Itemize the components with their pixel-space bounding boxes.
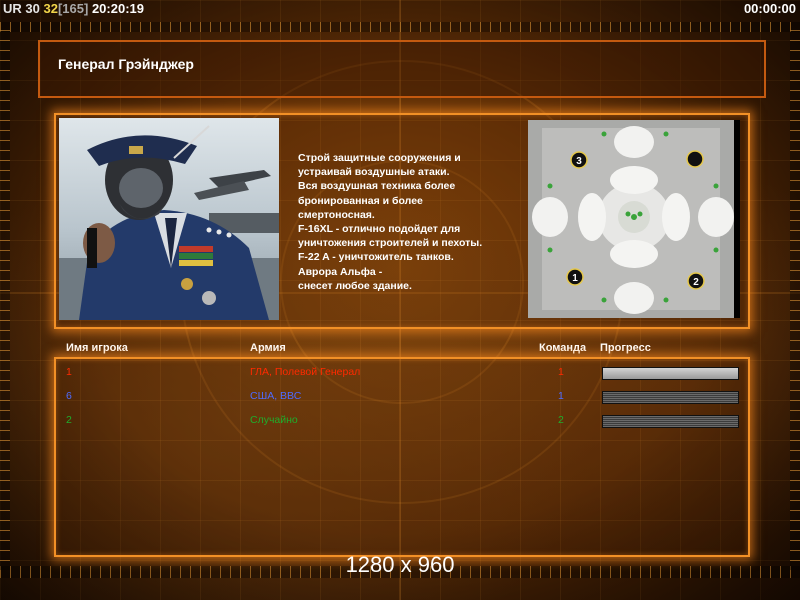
player-progress-bar	[602, 391, 739, 404]
description-line: бронированная и более	[298, 194, 423, 207]
map-preview-image: 3 1 2	[528, 120, 740, 318]
player-army[interactable]: ГЛА, Полевой Генерал	[250, 366, 360, 378]
description-line: Строй защитные сооружения и	[298, 152, 461, 164]
player-team[interactable]: 1	[558, 366, 564, 378]
general-name: Генерал Грэйнджер	[58, 56, 194, 72]
hud-bracket-number: [165]	[57, 1, 89, 16]
player-name[interactable]: 6	[66, 390, 72, 402]
description-line: устраивай воздушные атаки.	[298, 166, 450, 179]
player-progress-bar	[602, 415, 739, 428]
player-progress-bar	[602, 367, 739, 380]
resolution-label: 1280 x 960	[345, 552, 455, 577]
description-line: Вся воздушная техника более	[298, 180, 456, 193]
description-line: смертоносная.	[298, 208, 375, 221]
header-player-name: Имя игрока	[66, 342, 128, 354]
hud-clock: 20:20:19	[91, 1, 144, 16]
start-position-label: 1	[572, 273, 578, 284]
start-position-label: 3	[576, 156, 582, 167]
player-army[interactable]: Случайно	[250, 414, 298, 426]
player-team[interactable]: 1	[558, 390, 564, 402]
ruler-left	[0, 30, 10, 570]
hud-status: UR 30 32[165] 20:20:19	[3, 1, 144, 16]
ruler-right	[790, 30, 800, 570]
description-line: снесет любое здание.	[298, 279, 412, 292]
hud-number-2: 32	[43, 1, 58, 16]
player-name[interactable]: 2	[66, 414, 72, 426]
description-line: уничтожения строителей и пехоты.	[298, 237, 483, 250]
description-line: Аврора Альфа -	[298, 265, 383, 278]
hud-number-1: 30	[25, 1, 40, 16]
player-roster-panel	[54, 357, 750, 557]
hud-timer: 00:00:00	[743, 1, 796, 16]
description-line: F-22 A - уничтожитель танков.	[298, 251, 454, 264]
player-team[interactable]: 2	[558, 414, 564, 426]
general-description: Строй защитные сооружения и устраивай во…	[298, 151, 523, 293]
player-name[interactable]: 1	[66, 366, 72, 378]
player-army[interactable]: США, ВВС	[250, 390, 301, 402]
header-team: Команда	[539, 342, 587, 354]
description-line: F-16XL - отлично подойдет для	[298, 223, 461, 236]
hud-tag: UR	[3, 1, 22, 16]
start-position-label: 2	[693, 277, 699, 288]
portrait-image	[59, 118, 279, 320]
header-progress: Прогресс	[600, 342, 651, 354]
ruler-top	[0, 22, 800, 32]
map-preview[interactable]: 3 1 2	[528, 120, 740, 318]
progress-fill	[603, 368, 738, 379]
header-army: Армия	[250, 342, 286, 354]
general-portrait	[59, 118, 279, 320]
